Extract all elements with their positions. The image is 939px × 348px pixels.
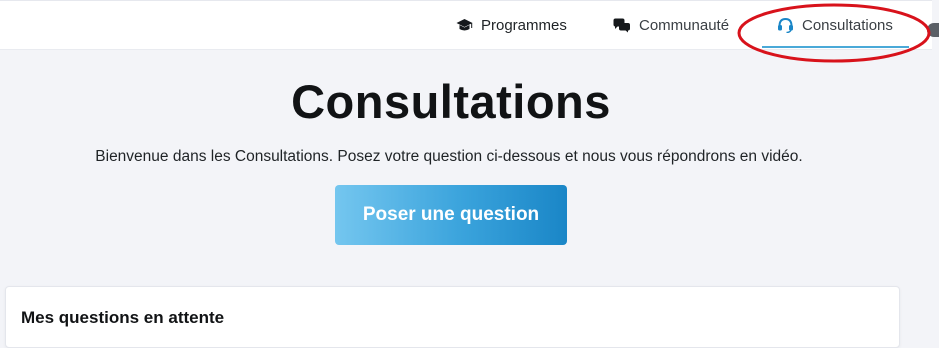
nav-item-label: Programmes xyxy=(481,16,567,34)
ask-question-button[interactable]: Poser une question xyxy=(335,185,567,245)
top-navigation-bar: Programmes Communauté Consultations xyxy=(0,0,932,50)
nav-item-consultations[interactable]: Consultations xyxy=(777,1,893,49)
pending-questions-title: Mes questions en attente xyxy=(21,308,225,327)
nav-item-communaute[interactable]: Communauté xyxy=(613,1,729,49)
page-subtitle: Bienvenue dans les Consultations. Posez … xyxy=(95,148,803,165)
active-tab-indicator xyxy=(762,46,909,48)
page-title: Consultations xyxy=(291,75,611,128)
nav-item-label: Consultations xyxy=(802,16,893,34)
graduation-cap-icon xyxy=(456,18,473,32)
headset-icon xyxy=(777,17,794,33)
comments-icon xyxy=(613,18,631,33)
nav-item-label: Communauté xyxy=(639,16,730,34)
pending-questions-card: Mes questions en attente xyxy=(5,286,900,348)
nav-item-programmes[interactable]: Programmes xyxy=(456,1,567,49)
scroll-edge-handle xyxy=(927,23,939,37)
